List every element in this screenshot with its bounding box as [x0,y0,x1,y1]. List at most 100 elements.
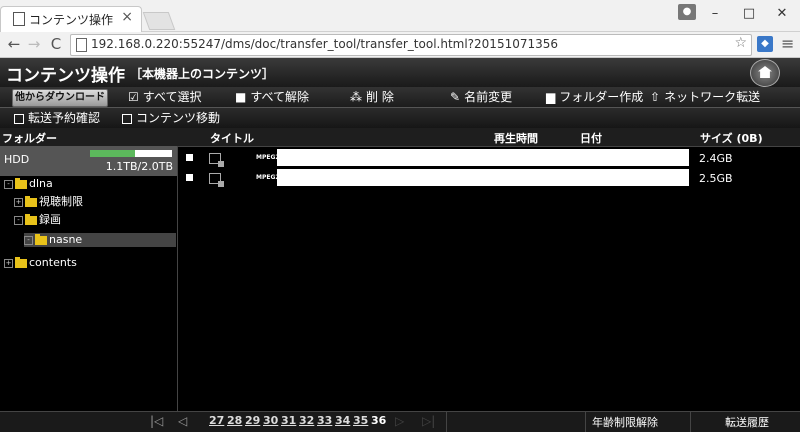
extension-icon[interactable]: ◆ [757,36,773,52]
download-button[interactable]: 他からダウンロード [12,89,108,107]
browser-tab-bar: コンテンツ操作 × ● – □ ✕ [0,0,800,32]
row-checkbox[interactable] [186,154,193,161]
forward-button[interactable]: → [24,34,44,54]
app-header: コンテンツ操作 ［本機器上のコンテンツ］ [0,58,800,87]
page-subtitle: ［本機器上のコンテンツ］ [130,67,275,81]
table-row[interactable]: MPEG2 2.5GB [180,169,800,189]
upload-icon: ⇧ [650,90,661,104]
move-content-button[interactable]: コンテンツ移動 [122,108,220,128]
expand-icon[interactable]: + [14,197,23,207]
network-transfer-button[interactable]: ⇧ ネットワーク転送 [650,87,760,107]
divider [585,412,586,432]
page-icon [76,38,87,52]
hdd-usage-fill [90,150,136,157]
title-header[interactable]: タイトル [210,130,254,146]
folder-header: フォルダー [2,132,57,145]
page-title: コンテンツ操作 [6,66,125,86]
folder-icon [15,256,27,268]
folder-sidebar: HDD 1.1TB/2.0TB - dlna + 視聴制限 - 録画 - nasne +… [0,146,178,411]
home-button[interactable] [750,59,780,87]
reservation-check-button[interactable]: 転送予約確認 [14,108,100,128]
maximize-button[interactable]: □ [734,4,764,24]
pager: |◁ ◁ 27 28 29 30 31 32 33 34 35 36 ▷ ▷| … [0,411,800,432]
tab-title: コンテンツ操作 [29,13,114,27]
size-cell: 2.4GB [699,152,733,165]
folder-icon [15,177,27,189]
hdd-usage-bar [90,150,172,157]
page-link[interactable]: 30 [263,414,278,427]
new-tab-button[interactable] [142,12,176,30]
video-file-icon [209,153,224,167]
address-bar[interactable]: 192.168.0.220:55247/dms/doc/transfer_too… [70,34,752,56]
divider [446,412,447,432]
folder-icon: ▆ [546,90,556,104]
pencil-icon: ✎ [450,90,461,104]
action-bar: ☑ すべて選択 ■ すべて解除 ⁂ 削 除 ✎ 名前変更 ▆ フォルダー作成 ⇧ ネットワー… [0,87,800,108]
reload-button[interactable]: C [46,34,66,54]
new-folder-button[interactable]: ▆ フォルダー作成 [546,87,643,107]
folder-icon [25,195,37,207]
list-header: フォルダー タイトル 再生時間 日付 サイズ (0B) [0,128,800,147]
title-cell [277,169,689,186]
delete-button[interactable]: ⁂ 削 除 [350,87,394,107]
page-link[interactable]: 28 [227,414,242,427]
tree-item-dlna[interactable]: - dlna [4,177,53,191]
page-icon [13,12,25,26]
size-header[interactable]: サイズ (0B) [700,130,763,146]
back-button[interactable]: ← [4,34,24,54]
star-icon[interactable]: ☆ [734,35,747,51]
collapse-icon[interactable]: - [24,235,33,245]
action-bar-secondary: 転送予約確認 コンテンツ移動 [0,108,800,128]
close-icon[interactable]: × [121,9,133,25]
page-link[interactable]: 32 [299,414,314,427]
duration-header[interactable]: 再生時間 [494,130,538,146]
prev-page-icon[interactable]: ◁ [178,414,187,428]
date-header[interactable]: 日付 [580,130,602,146]
next-page-icon[interactable]: ▷ [395,414,404,428]
transfer-icon [14,113,24,124]
last-page-icon[interactable]: ▷| [422,414,435,428]
hdd-label: HDD [4,153,30,166]
minimize-button[interactable]: – [700,4,730,24]
page-link[interactable]: 31 [281,414,296,427]
page-link[interactable]: 29 [245,414,260,427]
folder-icon [35,233,47,245]
size-cell: 2.5GB [699,172,733,185]
video-file-icon [209,173,224,187]
collapse-icon[interactable]: - [4,179,13,189]
deselect-all-button[interactable]: ■ すべて解除 [235,87,309,107]
home-icon [758,66,772,78]
row-checkbox[interactable] [186,174,193,181]
page-link[interactable]: 35 [353,414,368,427]
tree-item-recordings[interactable]: - 録画 [14,213,61,227]
page-link[interactable]: 33 [317,414,332,427]
age-limit-button[interactable]: 年齢制限解除 [592,414,658,430]
move-icon [122,113,132,124]
divider [690,412,691,432]
rename-button[interactable]: ✎ 名前変更 [450,87,512,107]
table-row[interactable]: MPEG2 2.4GB [180,149,800,169]
page-link[interactable]: 34 [335,414,350,427]
first-page-icon[interactable]: |◁ [150,414,163,428]
history-button[interactable]: 転送履歴 [725,414,769,430]
current-page: 36 [371,414,387,427]
tree-item-contents[interactable]: + contents [4,256,77,270]
user-icon[interactable]: ● [678,4,696,20]
expand-icon[interactable]: + [4,258,13,268]
window-close-button[interactable]: ✕ [767,4,797,24]
url-text: 192.168.0.220:55247/dms/doc/transfer_too… [91,37,559,51]
tree-item-parental[interactable]: + 視聴制限 [14,195,83,209]
collapse-icon[interactable]: - [14,215,23,225]
square-icon: ■ [235,90,247,104]
title-cell [277,149,689,166]
browser-toolbar: ← → C 192.168.0.220:55247/dms/doc/transf… [0,32,800,58]
select-all-button[interactable]: ☑ すべて選択 [128,87,201,107]
page-link[interactable]: 27 [209,414,224,427]
menu-icon[interactable]: ≡ [781,34,794,53]
hdd-item[interactable]: HDD 1.1TB/2.0TB [0,146,177,176]
tree-item-nasne[interactable]: - nasne [24,233,176,247]
folder-icon [25,213,37,225]
browser-tab[interactable]: コンテンツ操作 × [0,6,142,32]
sparkle-icon: ⁂ [350,90,362,104]
checkmark-icon: ☑ [128,90,139,104]
